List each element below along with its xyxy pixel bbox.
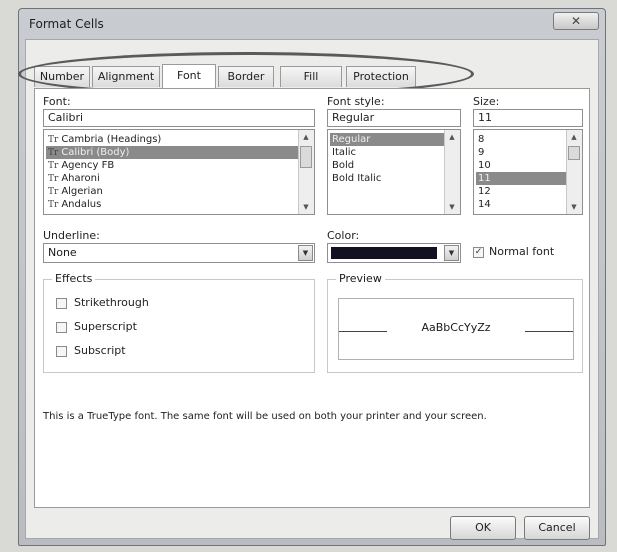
subscript-label: Subscript — [74, 344, 126, 357]
list-item[interactable]: Tr Algerian — [46, 185, 298, 198]
underline-label: Underline: — [43, 229, 100, 242]
dropdown-arrow-icon[interactable]: ▼ — [298, 245, 313, 261]
font-info-text: This is a TrueType font. The same font w… — [43, 411, 487, 422]
list-item[interactable]: Italic — [330, 146, 444, 159]
preview-box: AaBbCcYyZz — [338, 298, 574, 360]
font-label: Font: — [43, 95, 71, 108]
superscript-checkbox[interactable] — [56, 322, 67, 333]
scroll-up-icon[interactable]: ▲ — [445, 130, 459, 144]
scroll-up-icon[interactable]: ▲ — [567, 130, 581, 144]
scroll-thumb[interactable] — [568, 146, 580, 160]
effects-group: Effects Strikethrough Superscript Subscr… — [43, 272, 315, 373]
preview-baseline-right — [525, 331, 573, 332]
list-item[interactable]: 9 — [476, 146, 566, 159]
close-button[interactable]: ✕ — [553, 12, 599, 30]
font-tab-panel: Font: Calibri Tr Cambria (Headings) Tr Cal… — [34, 88, 590, 508]
size-input[interactable]: 11 — [473, 109, 583, 127]
strikethrough-checkbox[interactable] — [56, 298, 67, 309]
color-label: Color: — [327, 229, 360, 242]
scroll-up-icon[interactable]: ▲ — [299, 130, 313, 144]
truetype-icon: Tr — [48, 187, 59, 197]
size-scrollbar[interactable]: ▲ ▼ — [566, 130, 582, 214]
truetype-icon: Tr — [48, 135, 59, 145]
font-list-scrollbar[interactable]: ▲ ▼ — [298, 130, 314, 214]
truetype-icon: Tr — [48, 161, 59, 171]
size-listbox[interactable]: 8 9 10 11 12 14 ▲ ▼ — [473, 129, 583, 215]
list-item[interactable]: Tr Andalus — [46, 198, 298, 211]
truetype-icon: Tr — [48, 148, 59, 158]
cancel-button[interactable]: Cancel — [524, 516, 590, 540]
scroll-down-icon[interactable]: ▼ — [567, 200, 581, 214]
preview-title: Preview — [336, 272, 385, 285]
size-label: Size: — [473, 95, 500, 108]
list-item[interactable]: 8 — [476, 133, 566, 146]
subscript-checkbox[interactable] — [56, 346, 67, 357]
preview-group: Preview AaBbCcYyZz — [327, 272, 583, 373]
font-listbox[interactable]: Tr Cambria (Headings) Tr Calibri (Body) Tr… — [43, 129, 315, 215]
dialog-client-area: Number Alignment Font Border Fill Protec… — [18, 39, 599, 540]
list-item[interactable]: 14 — [476, 198, 566, 211]
list-item[interactable]: Tr Agency FB — [46, 159, 298, 172]
list-item[interactable]: Bold Italic — [330, 172, 444, 185]
truetype-icon: Tr — [48, 200, 59, 210]
preview-sample-text: AaBbCcYyZz — [421, 321, 491, 334]
close-icon: ✕ — [570, 14, 582, 28]
ok-button[interactable]: OK — [450, 516, 516, 540]
list-item[interactable]: 10 — [476, 159, 566, 172]
color-picker[interactable]: ▼ — [327, 243, 461, 263]
scroll-down-icon[interactable]: ▼ — [445, 200, 459, 214]
truetype-icon: Tr — [48, 174, 59, 184]
title-bar[interactable]: Format Cells ✕ — [19, 9, 605, 39]
list-item[interactable]: 12 — [476, 185, 566, 198]
check-icon: ✓ — [474, 247, 483, 257]
format-cells-dialog: Format Cells ✕ Number Alignment Font Bor… — [18, 8, 606, 546]
font-style-listbox[interactable]: Regular Italic Bold Bold Italic ▲ ▼ — [327, 129, 461, 215]
underline-value: None — [48, 246, 77, 259]
scroll-thumb[interactable] — [300, 146, 312, 168]
list-item[interactable]: 11 — [476, 172, 566, 185]
list-item[interactable]: Tr Aharoni — [46, 172, 298, 185]
dialog-title: Format Cells — [29, 17, 104, 31]
font-style-scrollbar[interactable]: ▲ ▼ — [444, 130, 460, 214]
superscript-label: Superscript — [74, 320, 137, 333]
list-item[interactable]: Bold — [330, 159, 444, 172]
normal-font-checkbox[interactable]: ✓ — [473, 247, 484, 258]
font-style-label: Font style: — [327, 95, 385, 108]
font-style-input[interactable]: Regular — [327, 109, 461, 127]
scroll-down-icon[interactable]: ▼ — [299, 200, 313, 214]
font-name-input[interactable]: Calibri — [43, 109, 315, 127]
strikethrough-label: Strikethrough — [74, 296, 149, 309]
list-item[interactable]: Tr Cambria (Headings) — [46, 133, 298, 146]
normal-font-label: Normal font — [489, 245, 555, 258]
list-item[interactable]: Regular — [330, 133, 444, 146]
underline-select[interactable]: None ▼ — [43, 243, 315, 263]
effects-title: Effects — [52, 272, 96, 285]
dropdown-arrow-icon[interactable]: ▼ — [444, 245, 459, 261]
color-swatch — [331, 247, 437, 259]
list-item[interactable]: Tr Calibri (Body) — [46, 146, 298, 159]
